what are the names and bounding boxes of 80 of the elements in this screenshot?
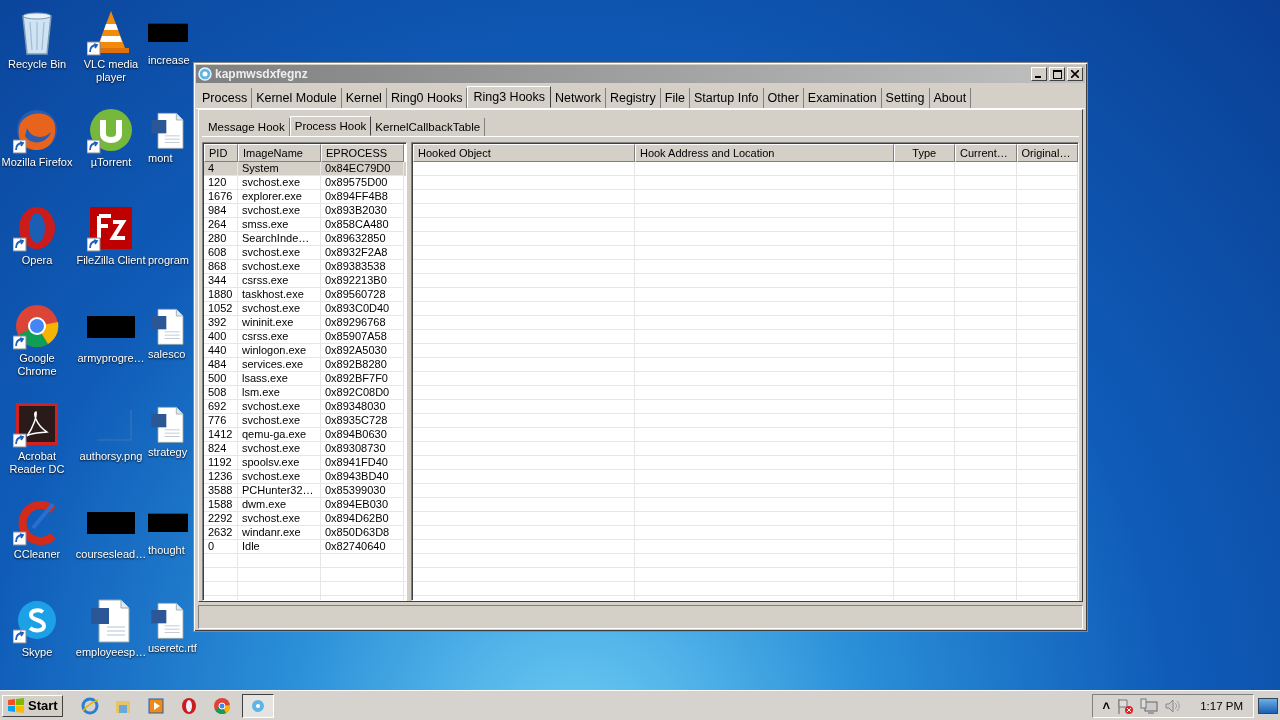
icon-label[interactable]: authorsy.png	[79, 450, 143, 463]
clock[interactable]: 1:17 PM	[1200, 699, 1243, 712]
icon-label[interactable]: salesco	[148, 348, 186, 361]
table-row[interactable]: 2292 svchost.exe 0x894D62B0	[204, 512, 406, 526]
column-header[interactable]: Current…	[955, 144, 1017, 162]
table-row[interactable]: 1880 taskhost.exe 0x89560728	[204, 288, 406, 302]
fz-icon[interactable]	[87, 204, 135, 252]
table-row[interactable]: 440 winlogon.exe 0x892A5030	[204, 344, 406, 358]
table-row[interactable]: 392 wininit.exe 0x89296768	[204, 316, 406, 330]
table-row[interactable]: 120 svchost.exe 0x89575D00	[204, 176, 406, 190]
windows-logo-icon	[7, 697, 25, 714]
close-icon	[1071, 70, 1079, 78]
table-row[interactable]: 4 System 0x84EC79D0	[204, 162, 406, 176]
icon-label[interactable]: strategy	[148, 446, 188, 459]
show-desktop-button[interactable]	[1258, 697, 1278, 714]
icon-label[interactable]: CCleaner	[13, 548, 61, 561]
torrent-icon[interactable]	[87, 106, 135, 154]
show-hidden-icons-button[interactable]: ˄	[1102, 698, 1111, 713]
icon-label[interactable]: program	[148, 254, 189, 267]
minimize-button[interactable]	[1031, 67, 1047, 81]
table-row[interactable]: 984 svchost.exe 0x893B2030	[204, 204, 406, 218]
table-row[interactable]: 0 Idle 0x82740640	[204, 540, 406, 554]
image-name-cell: Idle	[238, 540, 321, 554]
column-header[interactable]: PID	[204, 144, 238, 162]
icon-label[interactable]: Skype	[21, 646, 53, 659]
table-row[interactable]: 264 smss.exe 0x858CA480	[204, 218, 406, 232]
start-button[interactable]: Start	[2, 694, 63, 717]
table-row[interactable]: 2632 windanr.exe 0x850D63D8	[204, 526, 406, 540]
app-icon	[198, 67, 212, 81]
window-title: kapmwsdxfegnz	[215, 67, 308, 81]
icon-label[interactable]: courseslead…	[75, 548, 147, 561]
table-row[interactable]: 344 csrss.exe 0x892213B0	[204, 274, 406, 288]
close-button[interactable]	[1067, 67, 1083, 81]
column-header[interactable]: Original…	[1016, 144, 1078, 162]
pdf-reader-icon[interactable]	[13, 400, 61, 448]
table-row[interactable]: 3588 PCHunter32… 0x85399030	[204, 484, 406, 498]
icon-label[interactable]: thought	[148, 544, 185, 557]
icon-label[interactable]: armyprogre…	[77, 352, 145, 365]
icon-label[interactable]: FileZilla Client	[76, 254, 146, 267]
icon-label[interactable]: Mozilla Firefox	[1, 156, 73, 169]
icon-label[interactable]: VLC media player	[75, 58, 147, 84]
table-row[interactable]: 484 services.exe 0x892B8280	[204, 358, 406, 372]
tab[interactable]: Ring3 Hooks	[467, 86, 552, 108]
chrome-icon[interactable]	[13, 302, 61, 350]
table-row[interactable]: 500 lsass.exe 0x892BF7F0	[204, 372, 406, 386]
maximize-icon	[1052, 69, 1062, 79]
icon-label[interactable]: useretc.rtf	[148, 642, 197, 655]
pid-cell: 0	[204, 540, 238, 554]
table-row[interactable]: 400 csrss.exe 0x85907A58	[204, 330, 406, 344]
column-header[interactable]: EPROCESS	[321, 144, 404, 162]
table-row[interactable]: 1192 spoolsv.exe 0x8941FD40	[204, 456, 406, 470]
icon-label[interactable]: µTorrent	[90, 156, 132, 169]
table-row[interactable]: 868 svchost.exe 0x89383538	[204, 260, 406, 274]
table-row[interactable]: 608 svchost.exe 0x8932F2A8	[204, 246, 406, 260]
table-row[interactable]: 1052 svchost.exe 0x893C0D40	[204, 302, 406, 316]
flag-icon[interactable]	[1116, 696, 1135, 715]
table-row[interactable]: 824 svchost.exe 0x89308730	[204, 442, 406, 456]
table-row[interactable]: 1236 svchost.exe 0x8943BD40	[204, 470, 406, 484]
table-row[interactable]: 508 lsm.exe 0x892C08D0	[204, 386, 406, 400]
column-header[interactable]: ImageName	[238, 144, 321, 162]
table-row[interactable]: 1676 explorer.exe 0x894FF4B8	[204, 190, 406, 204]
icon-label[interactable]: Opera	[21, 254, 53, 267]
icon-label[interactable]: Acrobat Reader DC	[1, 450, 73, 476]
icon-label[interactable]: employeesp…	[75, 646, 147, 659]
icon-label[interactable]: increase	[148, 54, 190, 67]
column-header[interactable]: Type	[893, 144, 955, 162]
table-row[interactable]: 1588 dwm.exe 0x894EB030	[204, 498, 406, 512]
table-row[interactable]: 280 SearchInde… 0x89632850	[204, 232, 406, 246]
table-row[interactable]: 692 svchost.exe 0x89348030	[204, 400, 406, 414]
maximize-button[interactable]	[1049, 67, 1065, 81]
column-header[interactable]: Hook Address and Location	[634, 144, 894, 162]
icon-label[interactable]: Google Chrome	[1, 352, 73, 378]
icon-label[interactable]: mont	[148, 152, 173, 165]
sub-tab[interactable]: Process Hook	[289, 116, 372, 136]
column-header[interactable]: Hooked Object	[413, 144, 635, 162]
table-row[interactable]: 776 svchost.exe 0x8935C728	[204, 414, 406, 428]
icon-label[interactable]: Recycle Bin	[7, 58, 67, 71]
eprocess-cell: 0x82740640	[321, 540, 404, 554]
table-row[interactable]: 1412 qemu-ga.exe 0x894B0630	[204, 428, 406, 442]
app-icon[interactable]	[241, 693, 274, 718]
